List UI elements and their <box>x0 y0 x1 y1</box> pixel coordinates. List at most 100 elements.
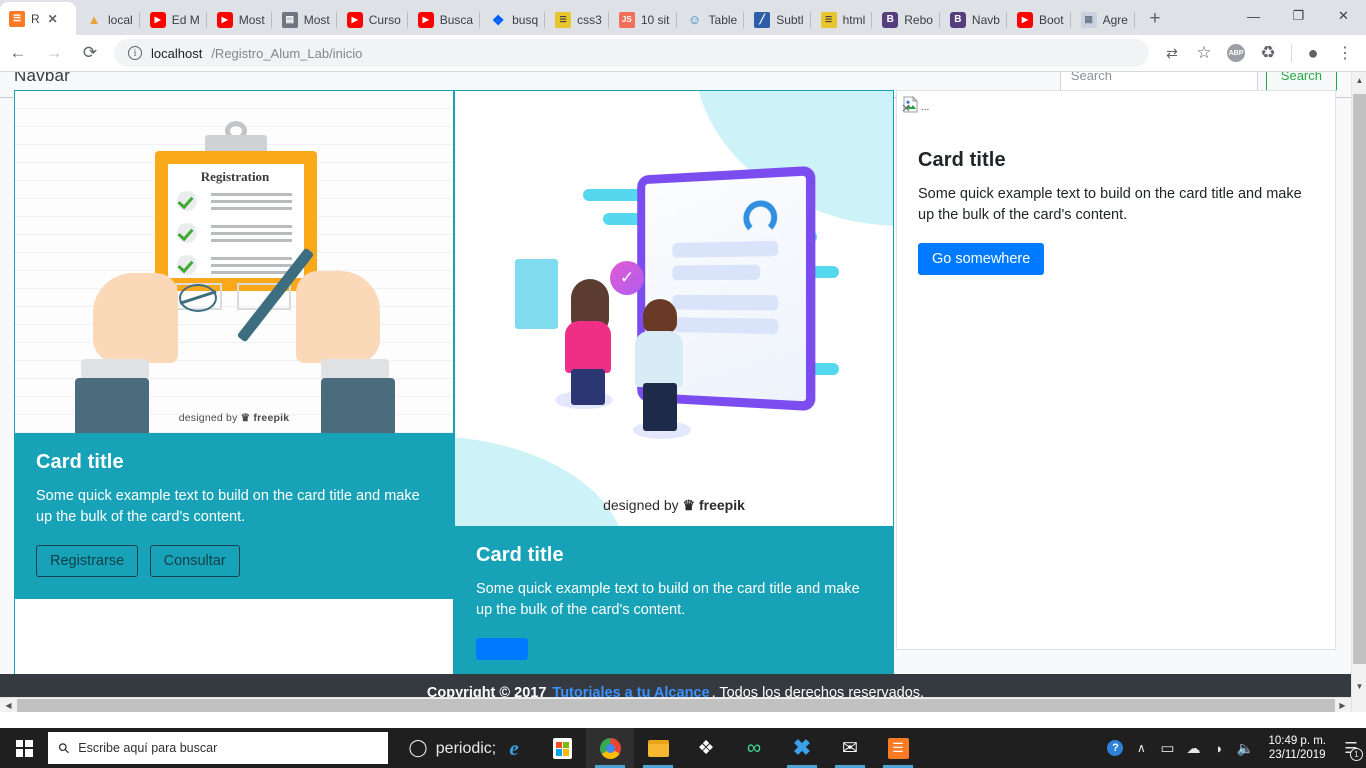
tablet-row <box>672 265 760 281</box>
consultar-button[interactable]: Consultar <box>150 545 240 577</box>
tab-title: Busca <box>440 13 473 27</box>
browser-tab-curso[interactable]: ▶ Curso <box>337 4 408 35</box>
hand-left <box>93 273 178 363</box>
start-icon[interactable] <box>0 728 48 768</box>
browser-tab-localhost[interactable]: ▲ local <box>76 4 140 35</box>
form-line <box>211 200 292 203</box>
person-legs-woman <box>571 369 605 405</box>
file-explorer-icon[interactable] <box>634 728 682 768</box>
browser-tab-subtl[interactable]: ╱ Subtl <box>744 4 810 35</box>
taskbar-search-input[interactable]: ⚲ Escribe aquí para buscar <box>48 732 388 764</box>
broken-image-placeholder: ... <box>902 96 1335 113</box>
checkmark-badge-icon: ✓ <box>610 261 644 295</box>
xampp-icon[interactable]: ☰ <box>874 728 922 768</box>
freepik-crown-icon: ♛ <box>683 497 696 513</box>
chrome-menu-icon[interactable]: ⋮ <box>1330 38 1360 68</box>
vertical-scroll-thumb[interactable] <box>1353 94 1366 664</box>
volume-icon[interactable]: 🔈 <box>1232 728 1258 768</box>
translate-icon[interactable]: ⇄ <box>1157 38 1187 68</box>
scroll-down-icon[interactable]: ▼ <box>1352 678 1366 695</box>
checkmark-icon <box>177 223 197 243</box>
taskbar-app-list: ◯ periodic;⎅ e ❖ ∞ ✖ ✉ ☰ <box>394 728 922 768</box>
browser-tab-active[interactable]: ☰ R ✕ <box>0 2 76 35</box>
reload-icon[interactable]: ⟳ <box>72 35 108 71</box>
battery-icon[interactable]: ▭ <box>1154 728 1180 768</box>
navbar-brand[interactable]: Navbar <box>14 72 70 86</box>
wifi-icon[interactable]: ◗ <box>1206 728 1232 768</box>
card-title: Card title <box>918 149 1314 172</box>
infinity-app-icon[interactable]: ∞ <box>730 728 778 768</box>
search-button[interactable]: Search <box>1266 72 1337 92</box>
bookmark-star-icon[interactable]: ☆ <box>1189 38 1219 68</box>
profile-avatar-icon[interactable]: ● <box>1298 38 1328 68</box>
browser-tab-boot[interactable]: ▶ Boot <box>1007 4 1071 35</box>
tab-title: 10 sit <box>641 13 670 27</box>
onedrive-cloud-icon[interactable]: ☁ <box>1180 728 1206 768</box>
browser-tab-agre[interactable]: ▦ Agre <box>1071 4 1135 35</box>
go-somewhere-button[interactable]: Go somewhere <box>918 243 1044 275</box>
browser-tab-html[interactable]: ☰ html <box>811 4 873 35</box>
browser-tab-busq[interactable]: ❖ busq <box>480 4 545 35</box>
recycle-extension-icon[interactable]: ♻ <box>1253 38 1283 68</box>
close-icon[interactable]: ✕ <box>48 12 58 26</box>
sleeve-left <box>75 378 149 433</box>
browser-toolbar: ← → ⟳ i localhost/Registro_Alum_Lab/inic… <box>0 35 1366 72</box>
scroll-left-icon[interactable]: ◀ <box>0 698 17 713</box>
forward-icon[interactable]: → <box>36 35 72 71</box>
xampp-icon: ☰ <box>9 11 25 27</box>
dropbox-icon[interactable]: ❖ <box>682 728 730 768</box>
close-window-icon[interactable]: ✕ <box>1321 0 1366 32</box>
browser-tab-busca[interactable]: ▶ Busca <box>408 4 480 35</box>
horizontal-scrollbar[interactable]: ◀ ▶ <box>0 697 1351 712</box>
browser-tab-table[interactable]: ☺ Table <box>677 4 745 35</box>
vertical-scrollbar[interactable]: ▲ ▼ <box>1351 72 1366 712</box>
browser-tab-css3[interactable]: ☰ css3 <box>545 4 609 35</box>
form-line <box>211 207 292 210</box>
back-icon[interactable]: ← <box>0 35 36 71</box>
browser-tab-rebo[interactable]: B Rebo <box>872 4 940 35</box>
address-bar[interactable]: i localhost/Registro_Alum_Lab/inicio <box>114 39 1149 67</box>
tab-title: Curso <box>369 13 401 27</box>
tab-title: Agre <box>1103 13 1128 27</box>
adblock-icon[interactable]: ABP <box>1221 38 1251 68</box>
help-question-icon[interactable]: ? <box>1102 728 1128 768</box>
js-icon: JS <box>619 12 635 28</box>
search-input[interactable] <box>1060 72 1258 92</box>
microsoft-store-icon[interactable] <box>538 728 586 768</box>
form-line <box>211 225 292 228</box>
card-body: Card title Some quick example text to bu… <box>455 526 893 682</box>
card-title: Card title <box>476 544 872 567</box>
browser-tab-10sit[interactable]: JS 10 sit <box>609 4 677 35</box>
show-hidden-icons-chevron[interactable]: ∧ <box>1128 728 1154 768</box>
attribution-prefix: designed by <box>179 412 238 424</box>
edge-icon[interactable]: e <box>490 728 538 768</box>
bootstrap-cdn-icon: ☺ <box>687 12 703 28</box>
action-center-icon[interactable]: ☰ 1 <box>1336 728 1366 768</box>
minimize-icon[interactable]: — <box>1231 0 1276 32</box>
browser-tab-most-2[interactable]: ▤ Most <box>272 4 337 35</box>
registration-label: Registration <box>175 169 295 185</box>
tab-title: Table <box>709 13 738 27</box>
maximize-icon[interactable]: ❐ <box>1276 0 1321 32</box>
window-controls: — ❐ ✕ <box>1231 0 1366 35</box>
clock-date: 23/11/2019 <box>1268 748 1326 762</box>
mail-icon[interactable]: ✉ <box>826 728 874 768</box>
taskbar-clock[interactable]: 10:49 p. m. 23/11/2019 <box>1258 734 1336 763</box>
task-view-icon[interactable]: periodic;⎅ <box>442 728 490 768</box>
scroll-right-icon[interactable]: ▶ <box>1334 698 1351 713</box>
vscode-icon[interactable]: ✖ <box>778 728 826 768</box>
browser-tab-strip: ☰ R ✕ ▲ local ▶ Ed M ▶ Most ▤ Most ▶ Cur… <box>0 0 1366 35</box>
horizontal-scroll-thumb[interactable] <box>17 699 1335 712</box>
browser-tab-edm[interactable]: ▶ Ed M <box>140 4 207 35</box>
browser-tab-most-1[interactable]: ▶ Most <box>207 4 272 35</box>
side-panel <box>515 259 558 329</box>
scroll-up-icon[interactable]: ▲ <box>1352 72 1366 89</box>
info-icon[interactable]: i <box>128 46 142 60</box>
chrome-icon[interactable] <box>586 728 634 768</box>
browser-tab-navb[interactable]: B Navb <box>940 4 1007 35</box>
system-tray: ? ∧ ▭ ☁ ◗ 🔈 10:49 p. m. 23/11/2019 ☰ 1 <box>1102 728 1366 768</box>
youtube-icon: ▶ <box>347 12 363 28</box>
go-somewhere-button[interactable] <box>476 638 528 660</box>
new-tab-button[interactable]: + <box>1141 5 1169 33</box>
registrarse-button[interactable]: Registrarse <box>36 545 138 577</box>
